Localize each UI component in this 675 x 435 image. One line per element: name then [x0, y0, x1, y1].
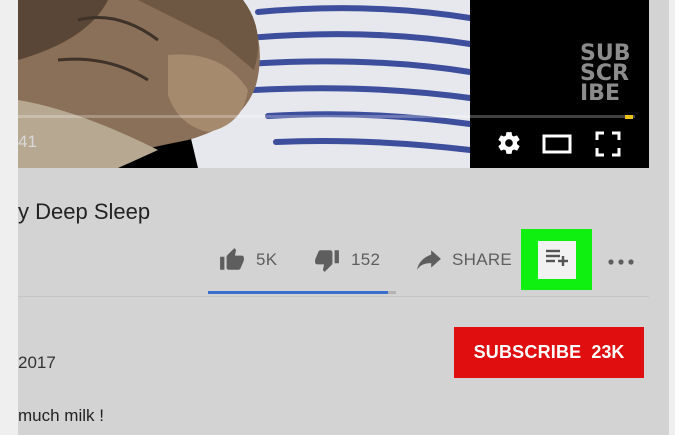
dislike-button[interactable]: 152	[313, 244, 380, 276]
progress-bar[interactable]	[18, 115, 635, 118]
subscribe-watermark[interactable]: SUB SCR IBE	[580, 43, 636, 106]
video-page: SUB SCR IBE 41 y Deep Sleep 5K 152 SHARE…	[18, 0, 669, 435]
theater-mode-icon[interactable]	[542, 132, 572, 161]
video-title: y Deep Sleep	[18, 199, 151, 224]
thumbs-up-icon	[218, 247, 246, 273]
share-arrow-icon	[416, 249, 442, 271]
like-count: 5K	[256, 250, 278, 269]
gear-icon[interactable]	[496, 130, 522, 161]
playlist-add-icon	[544, 246, 570, 273]
publish-date: 2017	[18, 353, 56, 372]
progress-marker[interactable]	[625, 115, 633, 119]
subscribe-button[interactable]: SUBSCRIBE 23K	[454, 327, 644, 378]
video-description: much milk !	[18, 406, 104, 425]
save-button-inner	[537, 240, 576, 279]
section-divider	[18, 296, 649, 297]
watermark-line: IBE	[580, 81, 620, 106]
share-label: SHARE	[452, 250, 513, 269]
add-to-playlist-button[interactable]	[521, 229, 592, 290]
video-player[interactable]: SUB SCR IBE 41	[18, 0, 649, 168]
share-button[interactable]: SHARE	[416, 244, 512, 276]
dislike-count: 152	[351, 250, 381, 269]
sentiment-bar-likes	[208, 291, 389, 294]
fullscreen-icon[interactable]	[595, 131, 621, 162]
thumbs-down-icon	[313, 247, 341, 273]
subscribe-label: SUBSCRIBE	[473, 342, 582, 362]
time-display: 41	[18, 132, 37, 151]
more-options-icon[interactable]	[607, 253, 635, 276]
like-button[interactable]: 5K	[218, 244, 277, 276]
subscriber-count: 23K	[591, 342, 625, 362]
